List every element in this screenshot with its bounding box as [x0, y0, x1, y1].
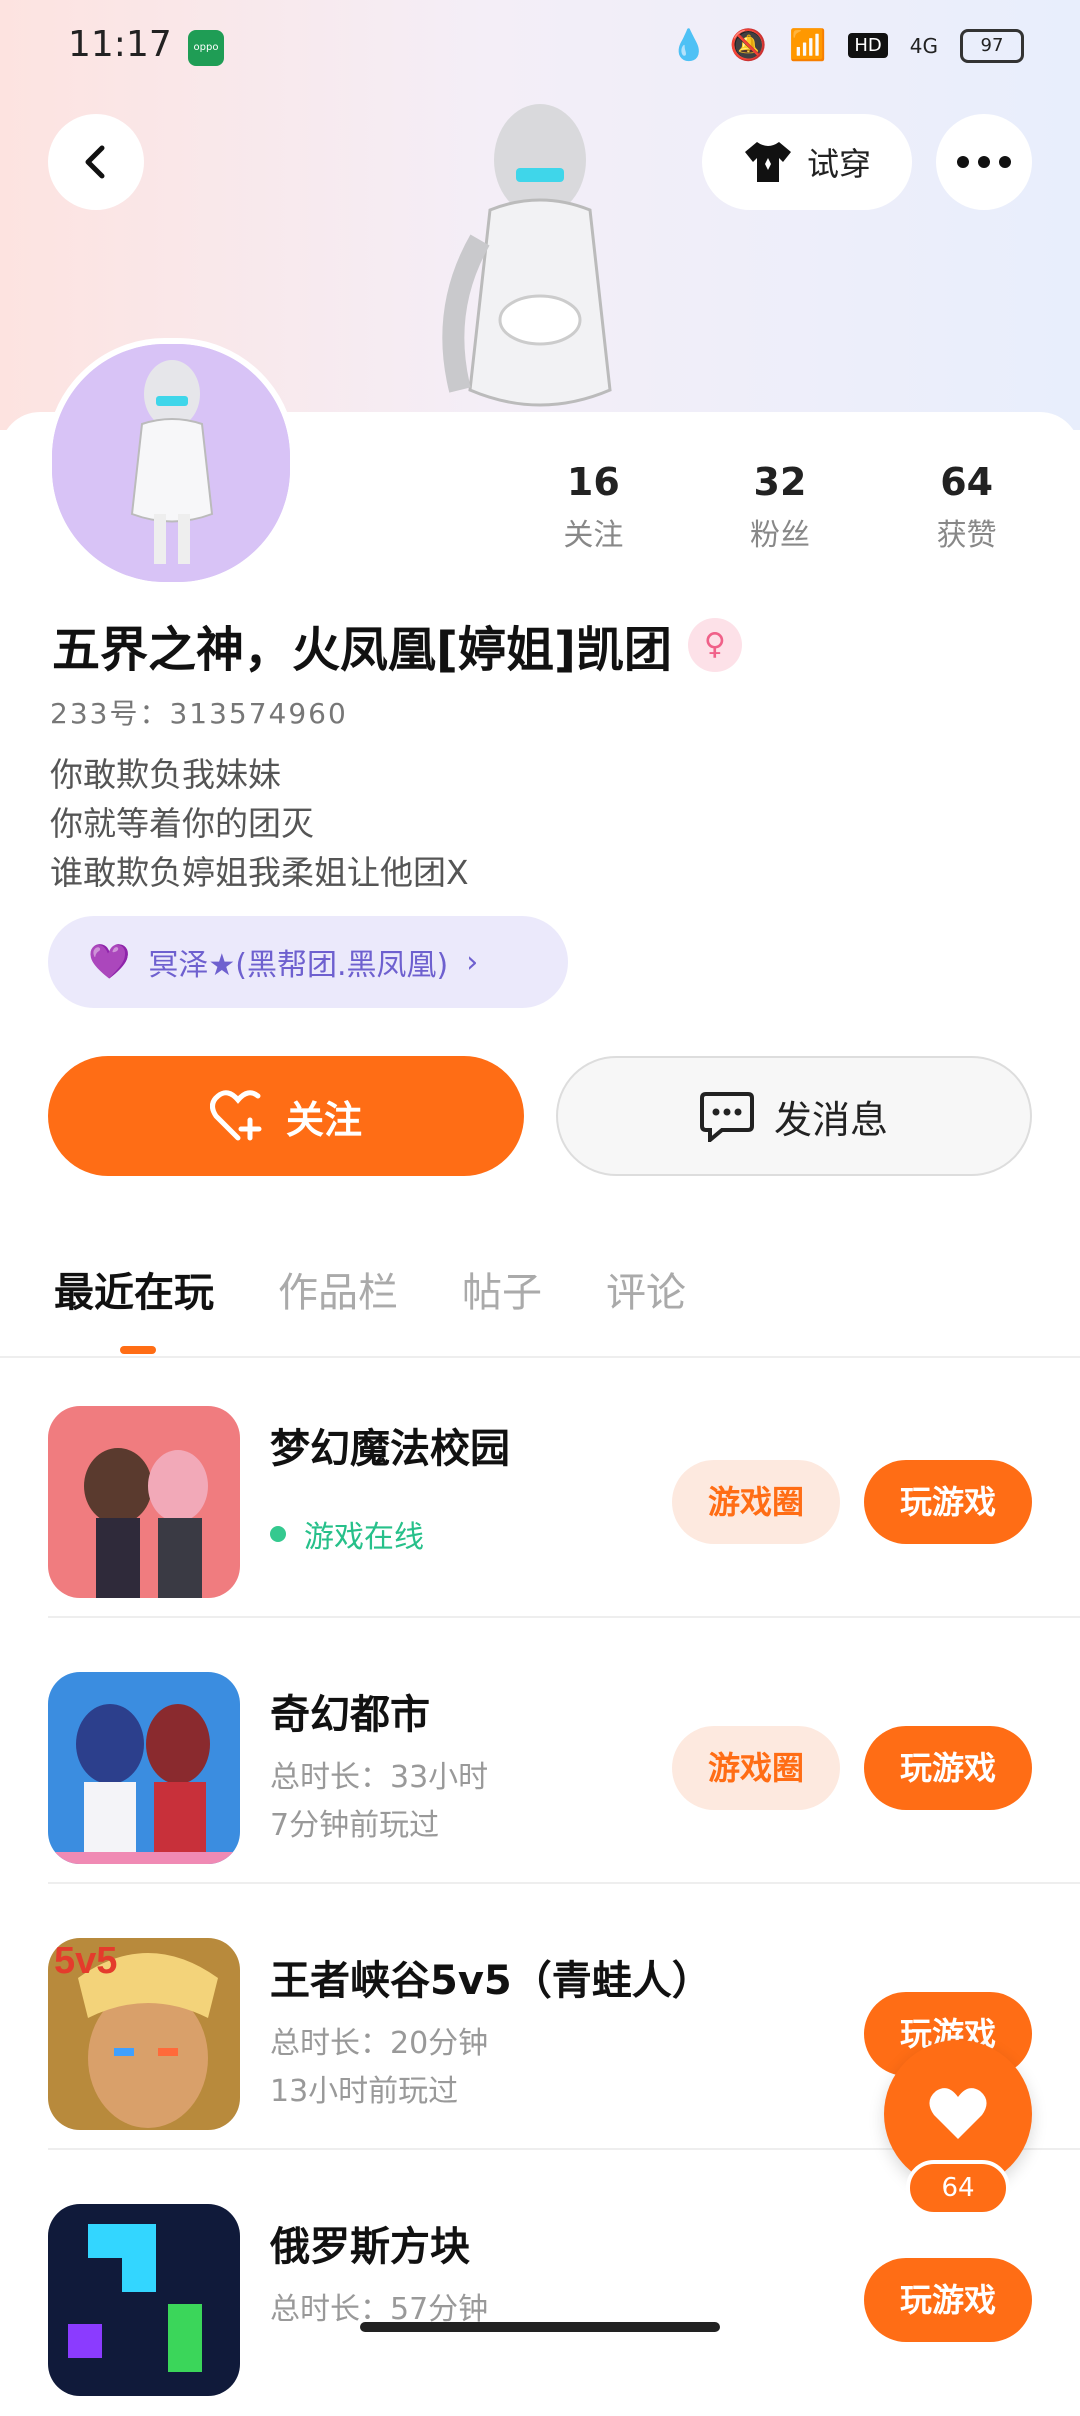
home-indicator[interactable] [360, 2322, 720, 2332]
stat-following[interactable]: 16 关注 [563, 460, 623, 554]
game-thumbnail [48, 1672, 240, 1864]
status-bar: 11:17 oppo 💧 🔕 📶 HD 4G 97 [0, 0, 1080, 96]
female-icon: ♀ [687, 618, 742, 672]
bio-line: 你就等着你的团灭 [50, 804, 314, 843]
chevron-right-icon: › [466, 944, 479, 980]
stat-value: 32 [753, 460, 807, 504]
battery-icon: 97 [960, 28, 1024, 63]
bio-line: 你敢欺负我妹妹 [50, 755, 281, 794]
heart-plus-icon [209, 1090, 262, 1141]
group-name: 冥泽★(黑帮团.黑凤凰) [148, 948, 449, 983]
message-label: 发消息 [773, 1097, 888, 1142]
online-dot-icon [270, 1526, 286, 1542]
profile-tabs: 最近在玩 作品栏 帖子 评论 [54, 1260, 686, 1318]
wifi-icon: 📶 [789, 28, 827, 63]
game-circle-button[interactable]: 游戏圈 [672, 1726, 840, 1810]
play-duration: 总时长：20分钟 [270, 2026, 489, 2061]
play-game-button[interactable]: 玩游戏 [864, 1460, 1032, 1544]
network-label: 4G [909, 33, 938, 58]
play-duration: 总时长：33小时 [270, 1760, 489, 1795]
tshirt-icon [744, 142, 791, 182]
last-played: 7分钟前玩过 [270, 1808, 440, 1843]
group-badge[interactable]: 💜 冥泽★(黑帮团.黑凤凰) › [48, 916, 568, 1008]
stat-label: 粉丝 [749, 518, 810, 553]
more-dots-icon [957, 156, 1011, 168]
back-button[interactable] [48, 114, 144, 210]
stat-value: 64 [940, 460, 994, 504]
heart-icon [929, 2088, 987, 2139]
profile-name: 五界之神，火凤凰[婷姐]凯团 [52, 622, 672, 678]
play-game-button[interactable]: 玩游戏 [864, 2258, 1032, 2342]
list-item[interactable]: 梦幻魔法校园 游戏在线 游戏圈 玩游戏 [48, 1352, 1080, 1618]
profile-stats: 16 关注 32 粉丝 64 获赞 [500, 460, 1060, 554]
avatar-character-figure [420, 90, 660, 430]
more-button[interactable] [936, 114, 1032, 210]
tab-posts[interactable]: 帖子 [462, 1260, 542, 1318]
last-played: 13小时前玩过 [270, 2074, 459, 2109]
user-id: 233号：313574960 [50, 697, 348, 730]
play-game-button[interactable]: 玩游戏 [864, 1726, 1032, 1810]
carrier-badge: oppo [188, 30, 224, 66]
game-title: 俄罗斯方块 [270, 2224, 470, 2270]
chevron-left-icon [85, 145, 105, 179]
tab-recent[interactable]: 最近在玩 [54, 1260, 214, 1318]
game-title: 梦幻魔法校园 [270, 1426, 510, 1472]
bio-line: 谁敢欺负婷姐我柔姐让他团X [50, 853, 469, 892]
profile-name-row: 五界之神，火凤凰[婷姐]凯团 ♀ [52, 610, 742, 680]
thumb-badge: 5v5 [54, 1940, 118, 1982]
game-title: 王者峡谷5v5（青蛙人） [270, 1958, 712, 2004]
message-button[interactable]: 发消息 [556, 1056, 1032, 1176]
chat-bubble-icon [699, 1092, 754, 1142]
game-thumbnail [48, 1406, 240, 1598]
tab-comments[interactable]: 评论 [606, 1260, 686, 1318]
status-time: 11:17 [68, 24, 172, 65]
hd-badge: HD [848, 33, 888, 58]
status-icons: 💧 🔕 📶 HD 4G 97 [670, 28, 1024, 63]
game-thumbnail [48, 2204, 240, 2396]
water-drop-icon: 💧 [670, 28, 708, 63]
list-item[interactable]: 奇幻都市 总时长：33小时 7分钟前玩过 游戏圈 玩游戏 [48, 1618, 1080, 1884]
heart-group-icon: 💜 [88, 942, 131, 982]
stat-followers[interactable]: 32 粉丝 [750, 460, 810, 554]
stat-label: 获赞 [936, 518, 997, 553]
like-count-badge: 64 [906, 2160, 1010, 2216]
stat-likes[interactable]: 64 获赞 [937, 460, 997, 554]
try-on-button[interactable]: 试穿 [702, 114, 912, 210]
stat-value: 16 [566, 460, 620, 504]
profile-bio: 你敢欺负我妹妹 你就等着你的团灭 谁敢欺负婷姐我柔姐让他团X [50, 750, 469, 897]
tab-works[interactable]: 作品栏 [278, 1260, 398, 1318]
online-label: 游戏在线 [304, 1520, 424, 1555]
online-status: 游戏在线 [270, 1512, 424, 1556]
try-on-label: 试穿 [806, 145, 871, 183]
game-circle-button[interactable]: 游戏圈 [672, 1460, 840, 1544]
follow-label: 关注 [285, 1097, 362, 1142]
avatar[interactable] [46, 338, 296, 588]
stat-label: 关注 [563, 518, 624, 553]
follow-button[interactable]: 关注 [48, 1056, 524, 1176]
game-title: 奇幻都市 [270, 1692, 430, 1738]
game-thumbnail: 5v5 [48, 1938, 240, 2130]
mute-bell-icon: 🔕 [729, 28, 767, 63]
